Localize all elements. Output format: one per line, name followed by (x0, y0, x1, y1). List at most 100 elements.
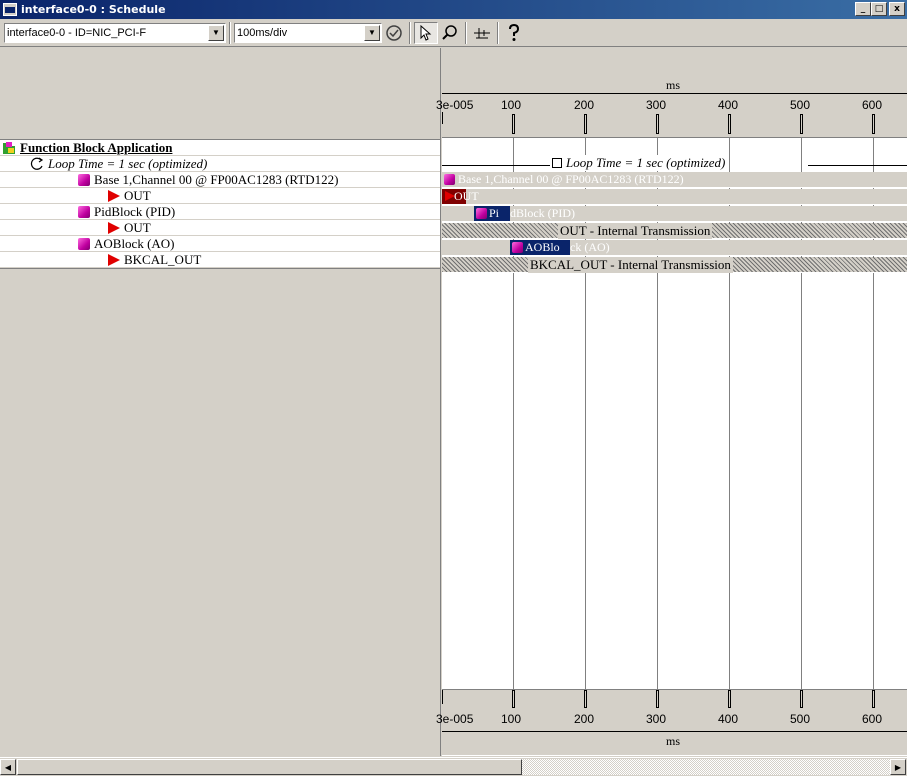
loop-time-gantt-label: Loop Time = 1 sec (optimized) (566, 155, 726, 171)
gantt-pid-out-label: OUT - Internal Transmission (558, 223, 713, 239)
ruler-tick-label: 300 (646, 98, 667, 112)
gantt-row-pid-out: OUT - Internal Transmission (442, 223, 907, 239)
close-button[interactable]: x (889, 2, 905, 16)
scroll-left-button[interactable]: ◀ (0, 759, 16, 775)
scale-select-value: 100ms/div (237, 26, 288, 39)
toolbar: interface0-0 - ID=NIC_PCI-F ▼ 100ms/div … (0, 19, 907, 47)
block-icon (78, 205, 90, 218)
tree-pane: Function Block Application Loop Time = 1… (0, 48, 441, 756)
ruler-unit: ms (666, 78, 681, 92)
gantt-row-ao-block: AOBlo ck (AO) (442, 240, 907, 256)
time-ruler-bottom: 3e-005 100 200 300 400 500 600 ms (436, 689, 907, 755)
interface-select-value: interface0-0 - ID=NIC_PCI-F (7, 26, 147, 39)
tree-item-label: OUT (124, 219, 151, 235)
tree-item-label: Base 1,Channel 00 @ FP00AC1283 (RTD122) (94, 171, 339, 187)
ruler-tick-label: 400 (718, 712, 739, 726)
gantt-ao-label: ck (AO) (570, 240, 610, 254)
ruler-tick (442, 112, 443, 124)
gantt-row-base-block: Base 1,Channel 00 @ FP00AC1283 (RTD122) (442, 172, 907, 188)
scale-select[interactable]: 100ms/div ▼ (234, 22, 382, 43)
toolbar-separator (465, 21, 467, 44)
tree-item-pid-block[interactable]: PidBlock (PID) (0, 204, 440, 220)
ruler-tick-label: 600 (862, 98, 883, 112)
loop-icon (30, 157, 44, 170)
loop-line-left (442, 165, 550, 166)
ruler-tick-label: 400 (718, 98, 739, 112)
help-button[interactable] (502, 22, 526, 44)
ruler-tick (728, 114, 731, 134)
tree-item-ao-block[interactable]: AOBlock (AO) (0, 236, 440, 252)
loop-time-label: Loop Time = 1 sec (optimized) (48, 155, 208, 171)
loop-line-right (808, 165, 907, 166)
ruler-tick-label: 500 (790, 98, 811, 112)
loop-time-row[interactable]: Loop Time = 1 sec (optimized) (0, 156, 440, 172)
split-tool-button[interactable] (470, 22, 494, 44)
verify-button[interactable] (382, 22, 406, 44)
tree-item-label: OUT (124, 187, 151, 203)
chevron-down-icon[interactable]: ▼ (364, 24, 380, 41)
verify-icon (386, 24, 402, 41)
block-icon (444, 174, 455, 185)
ruler-tick-label: 300 (646, 712, 667, 726)
ruler-tick (800, 690, 803, 708)
checkbox-icon[interactable] (552, 158, 562, 168)
time-ruler-top: ms 3e-005 100 200 300 400 500 600 (436, 48, 907, 138)
help-icon (509, 23, 520, 41)
ruler-axis (442, 731, 907, 732)
ruler-tick (656, 114, 659, 134)
output-icon (108, 221, 120, 234)
ruler-tick (512, 690, 515, 708)
ruler-axis (442, 93, 907, 94)
ruler-tick (728, 690, 731, 708)
split-icon (474, 27, 490, 38)
ruler-tick (656, 690, 659, 708)
gantt-row-ao-bkcal-out: BKCAL_OUT - Internal Transmission (442, 257, 907, 273)
scroll-right-button[interactable]: ▶ (890, 759, 906, 775)
output-icon (108, 253, 120, 266)
tree-item-base-block[interactable]: Base 1,Channel 00 @ FP00AC1283 (RTD122) (0, 172, 440, 188)
chevron-down-icon[interactable]: ▼ (208, 24, 224, 41)
window-controls: _ □ x (855, 2, 905, 16)
title-bar: interface0-0 : Schedule _ □ x (0, 0, 907, 19)
gantt-row-pid-block: Pi dBlock (PID) (442, 206, 907, 222)
pointer-icon (420, 24, 432, 41)
scroll-thumb[interactable] (17, 759, 522, 775)
ruler-tick (872, 690, 875, 708)
toolbar-separator (497, 21, 499, 44)
tree-item-pid-out[interactable]: OUT (0, 220, 440, 236)
block-icon (78, 173, 90, 186)
ruler-tick-label: 500 (790, 712, 811, 726)
minimize-button[interactable]: _ (855, 2, 871, 16)
ao-block-bar[interactable]: AOBlo (510, 240, 570, 255)
horizontal-scrollbar[interactable]: ◀ ▶ (0, 757, 907, 776)
application-icon (3, 141, 15, 154)
interface-select[interactable]: interface0-0 - ID=NIC_PCI-F ▼ (4, 22, 226, 43)
gantt-ao-prefix: AOBlo (525, 240, 560, 254)
ruler-origin-label: 3e-005 (436, 98, 474, 112)
toolbar-separator (409, 21, 411, 44)
gantt-row-base-out: OUT (442, 189, 907, 205)
block-icon (78, 237, 90, 250)
maximize-button[interactable]: □ (871, 2, 887, 16)
tree-item-base-out[interactable]: OUT (0, 188, 440, 204)
ruler-tick-label: 200 (574, 712, 595, 726)
output-icon (108, 189, 120, 202)
ruler-tick-label: 100 (501, 98, 522, 112)
ruler-tick (512, 114, 515, 134)
schedule-pane: ms 3e-005 100 200 300 400 500 600 Loop T… (436, 48, 907, 756)
ruler-unit: ms (666, 734, 681, 748)
ruler-tick (872, 114, 875, 134)
gantt-ao-out-label: BKCAL_OUT - Internal Transmission (528, 257, 733, 273)
ruler-tick (800, 114, 803, 134)
toolbar-separator (229, 21, 231, 44)
block-icon (512, 242, 523, 253)
tree-root[interactable]: Function Block Application (0, 140, 440, 156)
ruler-tick (584, 690, 587, 708)
function-block-tree: Function Block Application Loop Time = 1… (0, 140, 440, 269)
ruler-tick-label: 100 (501, 712, 522, 726)
tree-item-ao-bkcal-out[interactable]: BKCAL_OUT (0, 252, 440, 268)
zoom-tool-button[interactable] (438, 22, 462, 44)
pointer-tool-button[interactable] (414, 21, 438, 44)
ruler-tick-label: 200 (574, 98, 595, 112)
pid-block-bar[interactable]: Pi (474, 206, 510, 221)
